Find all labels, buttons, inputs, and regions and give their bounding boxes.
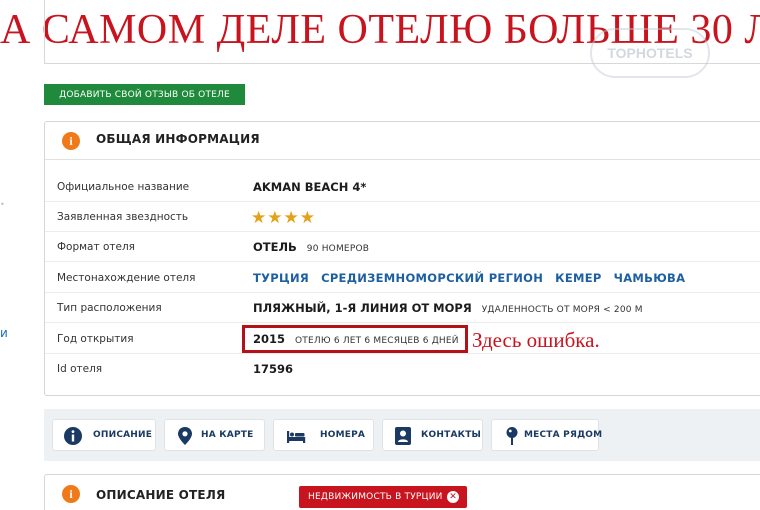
star-rating: ★★★★ xyxy=(251,208,316,228)
nav-nearby-button[interactable]: МЕСТА РЯДОМ xyxy=(491,419,603,451)
divider xyxy=(45,322,760,323)
hotel-name-value: AKMAN BEACH 4* xyxy=(253,180,367,194)
location-link-region[interactable]: СРЕДИЗЕМНОМОРСКИЙ РЕГИОН xyxy=(321,271,543,285)
promo-label: НЕДВИЖИМОСТЬ В ТУРЦИИ xyxy=(308,492,443,502)
row-stars: Заявленная звездность ★★★★ xyxy=(45,202,760,232)
nav-rooms-button[interactable]: НОМЕРА xyxy=(273,419,374,451)
info-icon: i xyxy=(62,485,80,503)
location-link-district[interactable]: ЧАМЬЮВА xyxy=(614,271,686,285)
location-link-city[interactable]: КЕМЕР xyxy=(555,271,601,285)
close-icon[interactable]: ✕ xyxy=(447,491,459,503)
nav-label: НОМЕРА xyxy=(320,430,366,440)
general-info-card: i ОБЩАЯ ИНФОРМАЦИЯ Официальное название … xyxy=(44,121,760,396)
promo-badge[interactable]: НЕДВИЖИМОСТЬ В ТУРЦИИ ✕ xyxy=(299,486,467,508)
location-link-country[interactable]: ТУРЦИЯ xyxy=(253,271,309,285)
row-placement: Тип расположения ПЛЯЖНЫЙ, 1-Я ЛИНИЯ ОТ М… xyxy=(45,293,760,323)
general-info-title: ОБЩАЯ ИНФОРМАЦИЯ xyxy=(96,132,260,146)
placement-text: ПЛЯЖНЫЙ, 1-Я ЛИНИЯ ОТ МОРЯ xyxy=(253,301,472,315)
watermark-logo: TOPHOTELS xyxy=(590,28,710,78)
rooms-count: 90 НОМЕРОВ xyxy=(306,244,370,254)
contact-card-icon xyxy=(395,427,411,445)
location-pin-icon xyxy=(506,427,518,445)
nav-label: НА КАРТЕ xyxy=(201,430,254,440)
map-pin-icon xyxy=(178,427,192,445)
description-title: ОПИСАНИЕ ОТЕЛЯ xyxy=(96,488,226,502)
hotel-id-value: 17596 xyxy=(253,362,294,376)
format-value: ОТЕЛЬ 90 НОМЕРОВ xyxy=(253,240,369,254)
row-label: Официальное название xyxy=(57,181,190,193)
row-official-name: Официальное название AKMAN BEACH 4* xyxy=(45,172,760,202)
info-icon: i xyxy=(62,132,80,150)
nav-label: МЕСТА РЯДОМ xyxy=(524,430,603,440)
row-format: Формат отеля ОТЕЛЬ 90 НОМЕРОВ xyxy=(45,232,760,262)
sidebar-link-fragment[interactable]: и xyxy=(0,326,8,340)
sea-distance: УДАЛЕННОСТЬ ОТ МОРЯ < 200 М xyxy=(481,305,643,315)
nav-label: КОНТАКТЫ xyxy=(421,430,482,440)
row-hotel-id: Id отеля 17596 xyxy=(45,354,760,384)
nav-contacts-button[interactable]: КОНТАКТЫ xyxy=(382,419,483,451)
error-annotation: Здесь ошибка. xyxy=(472,328,600,352)
bed-icon xyxy=(287,431,306,443)
row-label: Id отеля xyxy=(57,363,103,375)
hotel-nav-bar: ОПИСАНИЕ НА КАРТЕ НОМЕРА КОНТАКТЫ МЕСТА … xyxy=(44,409,760,461)
row-label: Заявленная звездность xyxy=(57,211,189,223)
info-icon xyxy=(64,427,82,445)
divider xyxy=(45,261,760,262)
placement-value: ПЛЯЖНЫЙ, 1-Я ЛИНИЯ ОТ МОРЯ УДАЛЕННОСТЬ ОТ… xyxy=(253,301,643,315)
divider xyxy=(45,159,760,160)
location-links: ТУРЦИЯ СРЕДИЗЕМНОМОРСКИЙ РЕГИОН КЕМЕР ЧАМЬЮ… xyxy=(253,271,697,285)
row-location: Местонахождение отеля ТУРЦИЯ СРЕДИЗЕМНОМО… xyxy=(45,263,760,293)
row-label: Формат отеля xyxy=(57,241,135,253)
nav-label: ОПИСАНИЕ xyxy=(93,430,153,440)
nav-description-button[interactable]: ОПИСАНИЕ xyxy=(52,419,156,451)
error-highlight-box xyxy=(242,325,468,353)
nav-map-button[interactable]: НА КАРТЕ xyxy=(164,419,265,451)
sidebar-fragment: • xyxy=(0,200,5,209)
row-label: Тип расположения xyxy=(57,302,162,314)
row-label: Местонахождение отеля xyxy=(57,272,196,284)
general-info-header: i ОБЩАЯ ИНФОРМАЦИЯ xyxy=(45,122,760,160)
add-review-button[interactable]: ДОБАВИТЬ СВОЙ ОТЗЫВ ОБ ОТЕЛЕ xyxy=(44,84,245,105)
row-label: Год открытия xyxy=(57,333,134,345)
format-text: ОТЕЛЬ xyxy=(253,240,297,254)
